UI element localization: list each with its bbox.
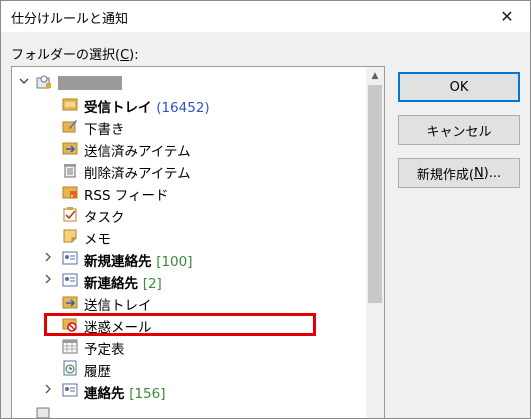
note-icon — [62, 228, 78, 244]
tree-item-new-contacts[interactable]: 新規連絡先 [100] — [12, 247, 364, 270]
chevron-right-icon[interactable] — [42, 251, 54, 263]
folder-tree[interactable]: 受信トレイ (16452) 下書き 送信済みアイテム 削除済みアイテム RSS … — [11, 66, 385, 418]
item-count: [156] — [129, 386, 166, 402]
tree-scrollbar[interactable]: ▲ — [366, 67, 384, 418]
inbox-folder-icon — [62, 96, 78, 112]
tree-item-deleted[interactable]: 削除済みアイテム — [12, 159, 364, 182]
tree-item-sent[interactable]: 送信済みアイテム — [12, 137, 364, 160]
title-bar: 仕分けルールと通知 ✕ — [1, 1, 530, 32]
scrollbar-thumb[interactable] — [368, 85, 382, 303]
calendar-icon — [62, 338, 78, 354]
tree-item-calendar[interactable]: 予定表 — [12, 335, 364, 358]
contacts-icon — [62, 272, 78, 288]
close-button[interactable]: ✕ — [484, 1, 530, 32]
ok-button[interactable]: OK — [398, 72, 520, 102]
tree-root-account[interactable] — [12, 71, 364, 93]
chevron-down-icon[interactable] — [18, 75, 30, 87]
trash-icon — [62, 162, 78, 178]
tree-item-notes[interactable]: メモ — [12, 225, 364, 248]
rss-icon — [62, 184, 78, 200]
tree-item-contacts[interactable]: 連絡先 [156] — [12, 379, 364, 402]
folder-select-label: フォルダーの選択(C): — [11, 48, 139, 63]
tree-item-new-contacts-2[interactable]: 新連絡先 [2] — [12, 269, 364, 292]
rules-dialog: 仕分けルールと通知 ✕ フォルダーの選択(C): 受信トレイ (16452) 下… — [0, 0, 531, 419]
tree-item-label: 送信済みアイテム — [84, 144, 191, 160]
tree-item-label: 受信トレイ — [84, 100, 152, 116]
tree-item-label: 新連絡先 — [84, 276, 138, 292]
account-icon — [36, 404, 52, 418]
tree-item-label: 予定表 — [84, 342, 125, 358]
redacted-account-name — [58, 76, 122, 90]
item-count: [2] — [142, 276, 162, 292]
tree-item-label: メモ — [84, 232, 111, 248]
account-icon — [36, 74, 52, 90]
unread-count: (16452) — [156, 100, 210, 116]
tree-item-label: 履歴 — [84, 364, 111, 380]
tree-item-drafts[interactable]: 下書き — [12, 115, 364, 138]
tree-item-outbox[interactable]: 送信トレイ — [12, 291, 364, 314]
tree-item-cutoff[interactable] — [12, 401, 364, 418]
tree-item-label: タスク — [84, 210, 125, 226]
sent-folder-icon — [62, 140, 78, 156]
drafts-folder-icon — [62, 118, 78, 134]
close-icon: ✕ — [500, 7, 514, 26]
tree-item-inbox[interactable]: 受信トレイ (16452) — [12, 93, 364, 116]
tree-item-label: 下書き — [84, 122, 125, 138]
outbox-folder-icon — [62, 294, 78, 310]
item-count: [100] — [156, 254, 193, 270]
contacts-icon — [62, 250, 78, 266]
scroll-up-arrow-icon[interactable]: ▲ — [366, 67, 384, 84]
tree-item-label: 連絡先 — [84, 386, 125, 402]
tree-item-rss[interactable]: RSS フィード — [12, 181, 364, 204]
tree-item-label: 削除済みアイテム — [84, 166, 191, 182]
task-icon — [62, 206, 78, 222]
cancel-button[interactable]: キャンセル — [398, 115, 520, 145]
tree-item-label: 送信トレイ — [84, 298, 152, 314]
dialog-title: 仕分けルールと通知 — [11, 12, 129, 27]
tree-item-label: 新規連絡先 — [84, 254, 152, 270]
journal-icon — [62, 360, 78, 376]
tree-item-label: RSS フィード — [84, 188, 169, 204]
new-folder-button[interactable]: 新規作成(N)... — [398, 158, 520, 188]
tree-item-tasks[interactable]: タスク — [12, 203, 364, 226]
tree-item-journal[interactable]: 履歴 — [12, 357, 364, 380]
junk-mail-highlight — [44, 313, 316, 336]
contacts-icon — [62, 382, 78, 398]
chevron-right-icon[interactable] — [42, 273, 54, 285]
chevron-right-icon[interactable] — [42, 383, 54, 395]
